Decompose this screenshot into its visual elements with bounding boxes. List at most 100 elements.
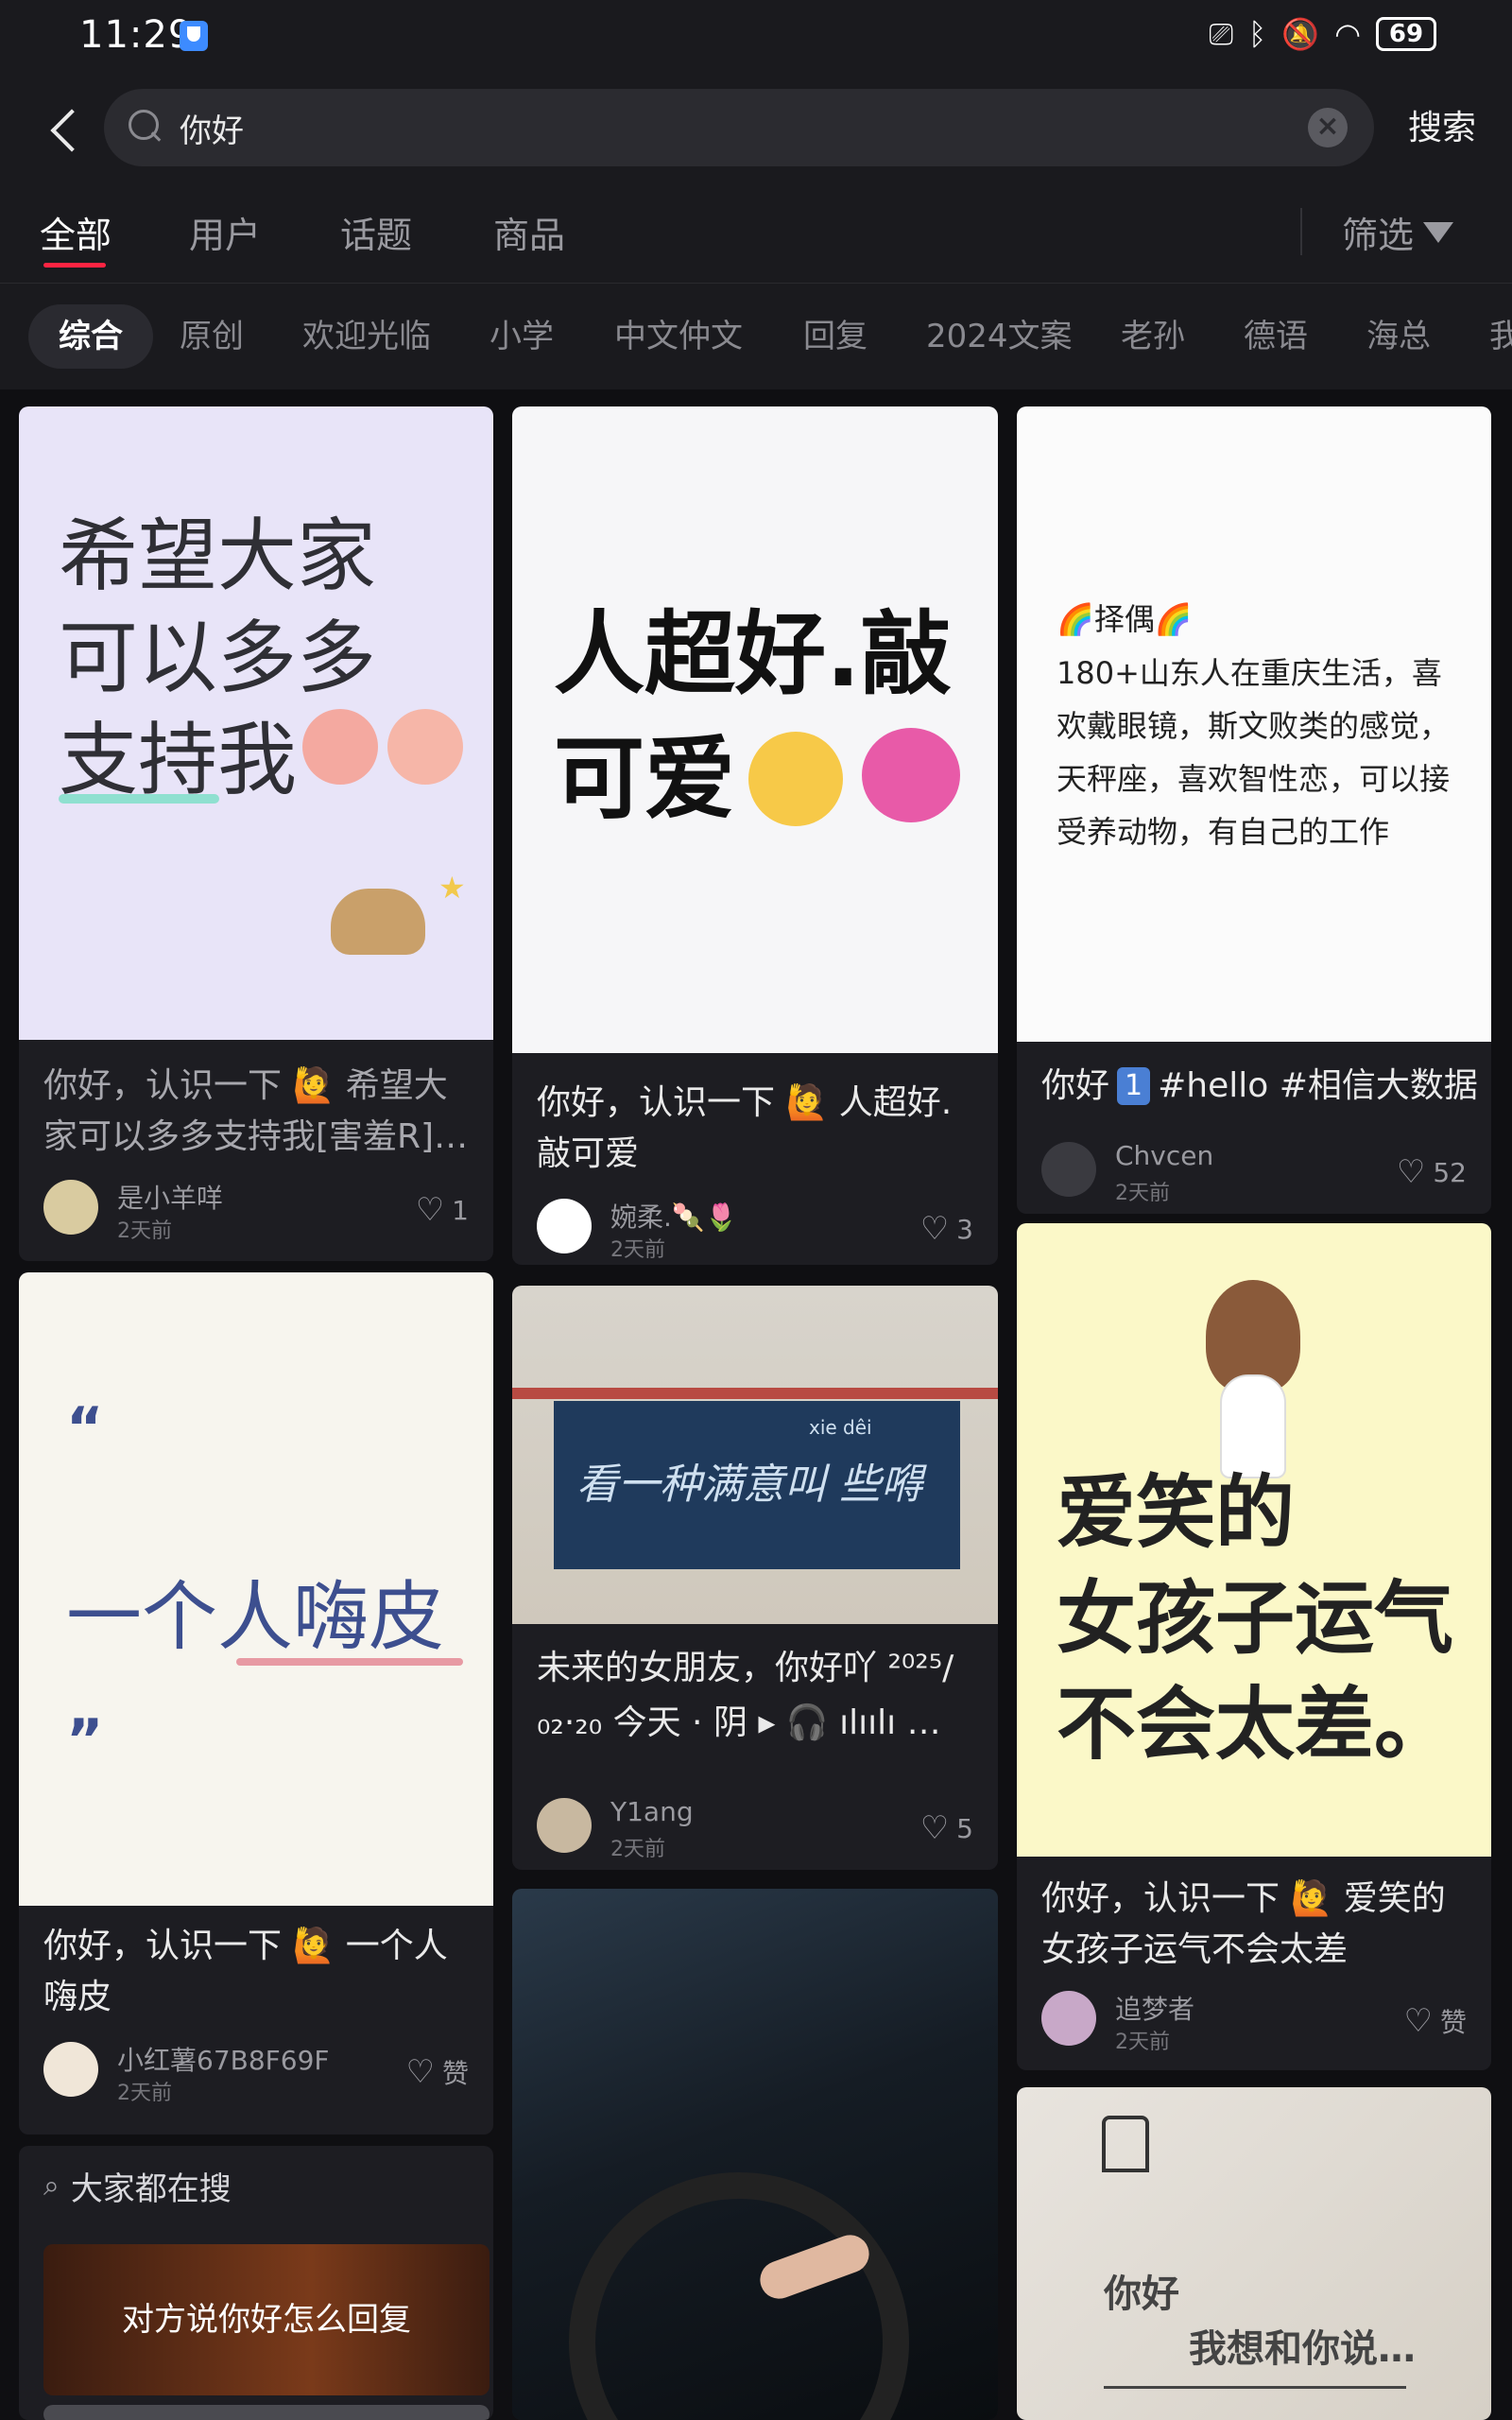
search-header: × 搜索 [0,76,1512,185]
card-title: 你好，认识一下 🙋 一个人嗨皮 [43,1927,448,2016]
cover-line: 可以多多 [59,612,377,704]
note-card[interactable]: 爱笑的 女孩子运气 不会太差。 你好，认识一下 🙋 爱笑的女孩子运气不会太差 追… [1017,1223,1491,2070]
like-count: 3 [956,1213,973,1245]
smile-emoji-icon [748,732,843,826]
cover-line: 人超好.敲 [554,601,952,707]
tab-all[interactable]: 全部 [40,206,112,258]
like-count: 5 [956,1812,973,1844]
tab-topics[interactable]: 话题 [340,206,412,258]
dog-sticker-icon [331,889,425,955]
chips-row: 综合 原创 欢迎光临 小学 中文仲文 回复 2024文案 老孙 德语 海总 我 [0,284,1512,389]
card-cover-photo [512,1889,998,2420]
search-button[interactable]: 搜索 [1408,100,1476,149]
results-feed: 希望大家 可以多多 支持我 ★ 你好，认识一下 🙋 希望大家可以多多支持我[害羞… [0,389,1512,2420]
cover-line: 爱笑的 [1057,1466,1296,1559]
trending-title-text: 大家都在搜 [70,2170,232,2208]
card-title-line: 未来的女朋友，你好吖 ²⁰²⁵/ [537,1649,954,1687]
card-title-line: ₀₂·₂₀ 今天 · 阴 ▸ 🎧 ılıılı … [537,1703,941,1742]
divider [1300,208,1302,255]
chip-laosun[interactable]: 老孙 [1121,304,1185,369]
underline-decoration [59,794,219,804]
like-button[interactable]: ♡ 3 [920,1210,973,1248]
chip-haizong[interactable]: 海总 [1366,304,1431,369]
tab-products[interactable]: 商品 [493,206,565,258]
sign-text: 看一种满意叫 些嘚 [576,1461,922,1509]
underline-decoration [236,1658,463,1666]
heart-emoji-icon [862,728,960,822]
author-name: 小红薯67B8F69F [117,2045,330,2076]
avatar [1041,1991,1096,2046]
card-title-hashtags[interactable]: #hello #相信大数据 [1158,1061,1478,1112]
trending-item[interactable]: 对方说你好怎么回复 [43,2244,490,2395]
note-card[interactable] [512,1889,998,2420]
cover-line: 希望大家 [59,510,377,602]
note-card[interactable]: 你好 我想和你说… [1017,2087,1491,2420]
trending-item[interactable] [43,2405,490,2420]
note-card[interactable]: 人超好.敲 可爱 你好，认识一下 🙋 人超好.敲可爱 婉柔.🍡🌷 2天前 ♡ 3 [512,406,998,1265]
underline-decoration [1104,2386,1406,2389]
card-title: 你好，认识一下 🙋 人超好.敲可爱 [537,1083,953,1173]
cover-line: 我想和你说… [1189,2327,1416,2371]
note-card[interactable]: 希望大家 可以多多 支持我 ★ 你好，认识一下 🙋 希望大家可以多多支持我[害羞… [19,406,493,1261]
peach-sticker-icon [387,709,463,785]
chip-comprehensive[interactable]: 综合 [28,304,153,369]
post-time: 2天前 [117,1219,172,1243]
chip-2024-copy[interactable]: 2024文案 [926,304,1073,369]
filter-label: 筛选 [1342,215,1415,256]
chip-reply[interactable]: 回复 [803,304,868,369]
trending-title: ⌕ 大家都在搜 [43,2163,232,2209]
chip-me[interactable]: 我 [1489,304,1512,369]
like-button[interactable]: ♡ 52 [1397,1153,1467,1191]
author-name: 追梦者 [1115,1994,1195,2025]
card-cover: 🌈择偶🌈 180+山东人在重庆生活，喜欢戴眼镜，斯文败类的感觉，天秤座，喜欢智性… [1017,406,1491,1042]
card-cover: 人超好.敲 可爱 [512,406,998,1053]
card-title: 你好，认识一下 🙋 希望大家可以多多支持我[害羞R]… [43,1066,469,1156]
heart-icon: ♡ [405,2053,435,2091]
search-box[interactable]: × [104,89,1374,166]
author-name: 是小羊咩 [117,1183,224,1214]
search-icon: ⌕ [43,2169,60,2203]
avatar [43,1180,98,1235]
cover-body: 180+山东人在重庆生活，喜欢戴眼镜，斯文败类的感觉，天秤座，喜欢智性恋，可以接… [1057,655,1451,850]
like-count: 52 [1433,1156,1467,1188]
note-card[interactable]: xie dêi 看一种满意叫 些嘚 未来的女朋友，你好吖 ²⁰²⁵/ ₀₂·₂₀… [512,1286,998,1870]
bluetooth-icon: ᛒ [1248,16,1267,52]
chip-original[interactable]: 原创 [180,304,244,369]
cover-heading: 🌈择偶🌈 [1057,601,1193,637]
card-cover: “ 一个人嗨皮 ” [19,1272,493,1906]
card-title: 你好 1 #hello #相信大数据 [1041,1061,1478,1112]
card-cover: 你好 我想和你说… [1017,2087,1491,2420]
heart-icon: ♡ [415,1191,445,1229]
security-shield-icon [180,21,208,51]
chip-chinese[interactable]: 中文仲文 [614,304,743,369]
filter-button[interactable]: 筛选 [1342,206,1454,258]
trending-searches-card: ⌕ 大家都在搜 对方说你好怎么回复 [19,2146,493,2420]
trending-item-label: 对方说你好怎么回复 [122,2301,411,2339]
clock: 11:29 [79,13,194,57]
note-card[interactable]: “ 一个人嗨皮 ” 你好，认识一下 🙋 一个人嗨皮 小红薯67B8F69F 2天… [19,1272,493,2135]
like-button[interactable]: ♡ 5 [920,1809,973,1847]
back-button[interactable] [38,100,94,161]
card-title-prefix: 你好 [1041,1066,1110,1105]
result-type-tabs: 全部 用户 话题 商品 筛选 [0,185,1512,284]
clear-icon[interactable]: × [1308,108,1348,147]
like-button[interactable]: ♡ 赞 [406,2053,470,2091]
wifi-icon: ◠ [1334,16,1361,52]
chip-german[interactable]: 德语 [1244,304,1308,369]
sign-board: xie dêi 看一种满意叫 些嘚 [554,1401,960,1569]
avatar [43,2042,98,2097]
search-input[interactable] [180,89,1276,166]
cover-line: 你好 [1104,2273,1179,2316]
search-icon [129,110,163,144]
chip-primary-school[interactable]: 小学 [490,304,554,369]
system-icons: ⎚ ᛒ 🔕 ◠ 69 [1209,15,1436,53]
binder-clip-icon [1102,2116,1149,2172]
mute-icon: 🔕 [1281,16,1320,52]
note-card[interactable]: 🌈择偶🌈 180+山东人在重庆生活，喜欢戴眼镜，斯文败类的感觉，天秤座，喜欢智性… [1017,406,1491,1214]
heart-icon: ♡ [1403,2002,1433,2040]
chip-welcome[interactable]: 欢迎光临 [302,304,431,369]
like-button[interactable]: ♡ 赞 [1404,2002,1468,2040]
tab-users[interactable]: 用户 [189,206,261,258]
like-button[interactable]: ♡ 1 [416,1191,469,1229]
sign-pinyin: xie dêi [809,1416,872,1439]
